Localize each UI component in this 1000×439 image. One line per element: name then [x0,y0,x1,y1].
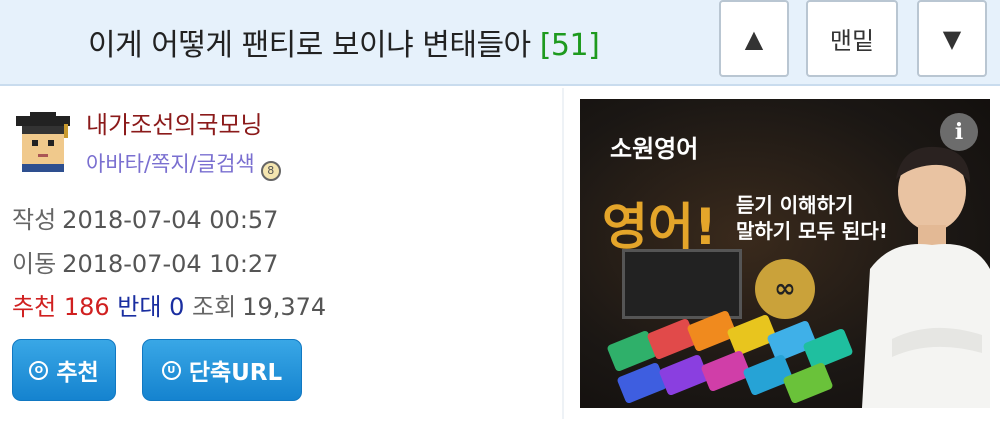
ad-line1: 듣기 이해하기 [736,193,854,217]
written-label: 작성 [12,206,57,234]
comment-count[interactable]: [51] [540,28,600,63]
views-label: 조회 [192,293,237,321]
scroll-bottom-button[interactable]: 맨밑 [806,0,898,77]
views-count: 19,374 [242,293,327,321]
oppose-count: 0 [169,293,185,321]
recommend-count: 186 [63,293,110,321]
moved-label: 이동 [12,250,57,278]
stats-line: 추천 186 반대 0 조회 19,374 [12,287,326,322]
author-sublinks-text[interactable]: 아바타/쪽지/글검색 [86,152,255,176]
ad-infinity-badge: ∞ [755,259,815,319]
short-url-button[interactable]: U 단축URL [142,339,302,401]
up-arrow-icon: ▲ [744,24,764,53]
circle-u-icon: U [161,360,181,380]
ad-laptop-image [622,249,742,319]
recommend-label: 추천 [12,293,57,321]
oppose-label: 반대 [117,293,162,321]
ad-brand: 소원영어 [610,135,699,163]
scroll-down-button[interactable]: ▼ [917,0,987,77]
written-date: 작성 2018-07-04 00:57 [12,200,278,235]
advertisement-banner[interactable]: 소원영어 영어! 듣기 이해하기 말하기 모두 된다! ∞ i [580,99,990,408]
post-header: 이게 어떻게 팬티로 보이냐 변태들아 [51] ▲ 맨밑 ▼ [0,0,1000,86]
post-title-text: 이게 어떻게 팬티로 보이냐 변태들아 [88,28,531,63]
author-sublinks[interactable]: 아바타/쪽지/글검색 8 [86,148,281,181]
info-icon[interactable]: i [940,113,978,151]
scroll-up-button[interactable]: ▲ [719,0,789,77]
recommend-button-label: 추천 [56,360,99,386]
ad-model-image [862,146,990,408]
post-title: 이게 어떻게 팬티로 보이냐 변태들아 [51] [88,20,600,64]
circle-o-icon: O [29,360,49,380]
panel-divider [562,88,564,419]
short-url-button-label: 단축URL [188,360,283,386]
author-nickname[interactable]: 내가조선의국모닝 [86,105,263,140]
avatar-graduate-icon[interactable] [12,110,74,172]
moved-value: 2018-07-04 10:27 [62,250,279,278]
recommend-button[interactable]: O 추천 [12,339,116,401]
badge-icon: 8 [260,161,281,181]
down-arrow-icon: ▼ [942,24,962,53]
written-value: 2018-07-04 00:57 [62,206,279,234]
scroll-bottom-label: 맨밑 [829,27,875,55]
moved-date: 이동 2018-07-04 10:27 [12,244,278,279]
